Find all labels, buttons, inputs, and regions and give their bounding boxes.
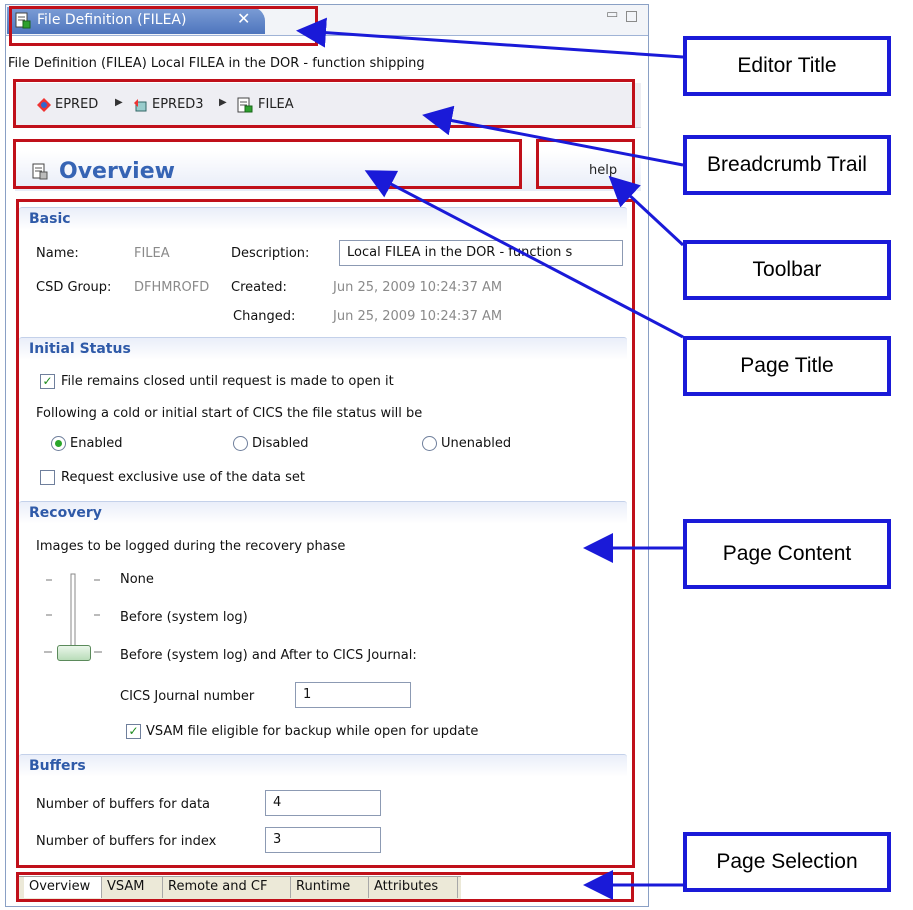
callout-toolbar: Toolbar bbox=[683, 240, 891, 300]
callout-editor-title: Editor Title bbox=[683, 36, 891, 96]
callout-page-content: Page Content bbox=[683, 519, 891, 589]
callout-page-title: Page Title bbox=[683, 336, 891, 396]
callout-page-selection: Page Selection bbox=[683, 832, 891, 892]
callout-breadcrumb-trail: Breadcrumb Trail bbox=[683, 135, 891, 195]
